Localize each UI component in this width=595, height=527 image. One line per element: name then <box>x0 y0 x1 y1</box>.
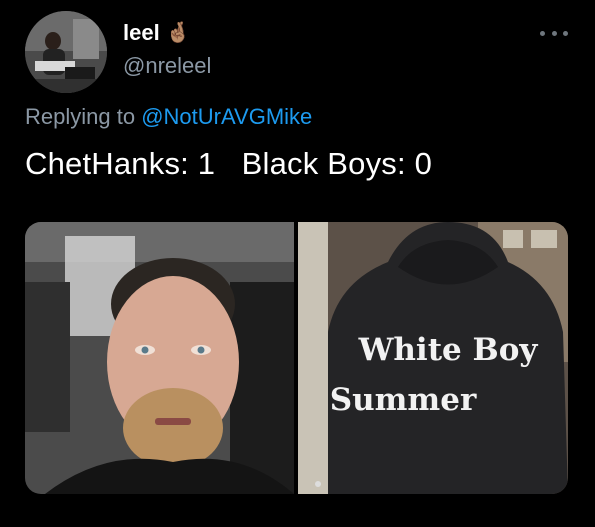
user-handle[interactable]: @nreleel <box>123 53 211 79</box>
hoodie-text-line1: White Boy <box>358 332 539 368</box>
replying-to-mention[interactable]: @NotUrAVGMike <box>141 104 312 129</box>
hoodie-text-line2: Summer <box>330 382 477 418</box>
media-photo-selfie[interactable] <box>25 222 294 494</box>
hoodie-image: White Boy Summer <box>298 222 568 494</box>
crossed-fingers-emoji: 🤞🏽 <box>165 22 191 44</box>
name-row[interactable]: leel 🤞🏽 <box>123 20 191 46</box>
avatar[interactable] <box>25 11 107 93</box>
display-name[interactable]: leel <box>123 20 160 46</box>
avatar-image <box>25 11 107 93</box>
more-icon[interactable] <box>540 28 568 38</box>
selfie-image <box>25 222 294 494</box>
media-grid: White Boy Summer <box>25 222 568 494</box>
replying-to: Replying to @NotUrAVGMike <box>25 104 312 130</box>
media-photo-hoodie[interactable]: White Boy Summer <box>298 222 568 494</box>
tweet-text: ChetHanks: 1 Black Boys: 0 <box>25 146 433 181</box>
more-icon-dot <box>540 30 545 36</box>
replying-prefix: Replying to <box>25 104 136 129</box>
more-icon-dot <box>551 30 557 36</box>
tweet: leel 🤞🏽 @nreleel Replying to @NotUrAVGMi… <box>0 0 595 527</box>
more-icon-dot <box>563 30 568 36</box>
